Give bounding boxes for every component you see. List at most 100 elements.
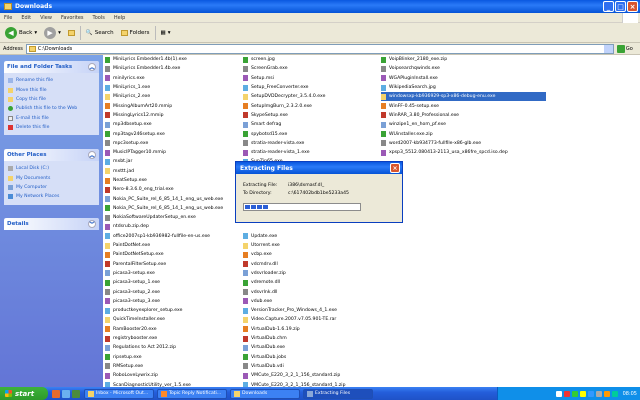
go-button[interactable]: Go xyxy=(616,44,633,53)
file-item[interactable]: WUinstaller.exe.zip xyxy=(381,129,546,138)
folders-button[interactable]: Folders xyxy=(119,25,152,41)
taskbar-item-topic[interactable]: Topic Reply Notificati... xyxy=(157,388,227,399)
file-item[interactable]: RoboLoveLywrix.zip xyxy=(105,371,240,380)
file-item[interactable]: SetupImgBurn_2.3.2.0.exe xyxy=(243,101,378,110)
file-item[interactable]: office2007sp1-kb936982-fullfile-en-us.ex… xyxy=(105,232,240,241)
maximize-button[interactable]: □ xyxy=(615,1,626,12)
file-item[interactable]: NeatSetup.exe xyxy=(105,176,240,185)
dialog-close-button[interactable]: × xyxy=(390,163,400,173)
task-delete[interactable]: Delete this file xyxy=(8,123,95,132)
app-icon[interactable] xyxy=(72,389,80,398)
file-item[interactable]: ParentalFilterSetup.exe xyxy=(105,260,240,269)
file-item[interactable]: Update.exe xyxy=(243,232,378,241)
tray-icon[interactable] xyxy=(555,390,562,397)
file-item[interactable]: stratia-reader-vista.exe xyxy=(243,139,378,148)
task-rename[interactable]: Rename this file xyxy=(8,76,95,85)
file-item[interactable]: SetupDVDDecrypter_3.5.4.0.exe xyxy=(243,92,378,101)
search-button[interactable]: 🔍 Search xyxy=(84,25,116,41)
file-item[interactable]: QuickTimeInstaller.exe xyxy=(105,315,240,324)
file-item[interactable]: RMSetup.exe xyxy=(105,362,240,371)
file-item[interactable]: RamBooster20.exe xyxy=(105,325,240,334)
file-item[interactable]: MiniLyrics_1.exe xyxy=(105,83,240,92)
file-item[interactable]: vcbp.exe xyxy=(243,250,378,259)
file-item[interactable]: windowsxp-kb936929-sp3-x86-debug-enu.exe xyxy=(381,92,546,102)
file-item[interactable]: vdcmdrv.dll xyxy=(243,260,378,269)
file-item[interactable]: WinRAR_3.80_Professional.exe xyxy=(381,111,546,120)
task-copy[interactable]: Copy this file xyxy=(8,95,95,104)
file-item[interactable]: picasa3-setup.exe xyxy=(105,269,240,278)
file-item[interactable]: registrybooster.exe xyxy=(105,334,240,343)
up-button[interactable] xyxy=(66,25,77,41)
file-item[interactable]: MiniLyrics Embedder1.4b.exe xyxy=(105,64,240,73)
place-local-disk[interactable]: Local Disk (C:) xyxy=(8,164,95,173)
menu-file[interactable]: File xyxy=(4,15,12,21)
task-move[interactable]: Move this file xyxy=(8,85,95,94)
place-network[interactable]: My Network Places xyxy=(8,192,95,201)
taskbar-item-extracting[interactable]: Extracting Files xyxy=(303,388,373,399)
file-item[interactable]: MiniLyrics Embedder1.4b(1).exe xyxy=(105,55,240,64)
file-item[interactable]: winzipe1_en_hom_pf.exe xyxy=(381,120,546,129)
views-button[interactable]: ▦ ▾ xyxy=(159,25,173,41)
window-titlebar[interactable]: Downloads _ □ × xyxy=(0,0,640,13)
minimize-button[interactable]: _ xyxy=(603,1,614,12)
file-item[interactable]: MusicIPTagger10.mmip xyxy=(105,148,240,157)
file-item[interactable]: xpsp3_5512.080413-2113_usa_x86fre_spcd.i… xyxy=(381,148,546,157)
place-my-computer[interactable]: My Computer xyxy=(8,183,95,192)
file-item[interactable]: vdremote.dll xyxy=(243,278,378,287)
file-item[interactable]: mxttt.jad xyxy=(105,167,240,176)
tray-icon[interactable] xyxy=(603,390,610,397)
file-item[interactable]: PaintDotNet.exe xyxy=(105,241,240,250)
file-item[interactable]: productkeyexplorer_setup.exe xyxy=(105,306,240,315)
dialog-titlebar[interactable]: Extracting Files × xyxy=(236,162,402,174)
file-item[interactable]: vdsvrlnk.dll xyxy=(243,287,378,296)
file-item[interactable]: WikipediaSearch.jpg xyxy=(381,83,546,92)
address-field[interactable]: C:\Downloads xyxy=(25,43,614,54)
collapse-icon[interactable]: ︽ xyxy=(88,151,96,159)
file-item[interactable]: WinFF-0.45-setup.exe xyxy=(381,101,546,110)
tray-icon[interactable] xyxy=(595,390,602,397)
file-item[interactable]: mpc3setup.exe xyxy=(105,139,240,148)
file-item[interactable]: MiniLyrics_2.exe xyxy=(105,92,240,101)
tray-icon[interactable] xyxy=(587,390,594,397)
file-item[interactable]: VirtualDub-1.6.19.zip xyxy=(243,325,378,334)
file-item[interactable]: screen.jpg xyxy=(243,55,378,64)
file-item[interactable]: picasa3-setup_1.exe xyxy=(105,278,240,287)
file-item[interactable]: WGAPluginInstall.exe xyxy=(381,74,546,83)
file-item[interactable]: VirtualDub.chm xyxy=(243,334,378,343)
menu-view[interactable]: View xyxy=(40,15,52,21)
file-item[interactable]: Nokia_PC_Suite_rel_6_85_14_1_eng_us_web.… xyxy=(105,194,240,203)
file-item[interactable]: VoipBlinker_2180_exe.zip xyxy=(381,55,546,64)
file-item[interactable]: Setup_FreeConverter.exe xyxy=(243,83,378,92)
close-button[interactable]: × xyxy=(627,1,638,12)
file-item[interactable]: Nokia_PC_Suite_rel_6_85_14_1_eng_us_web.… xyxy=(105,204,240,213)
file-item[interactable]: mp3tagv246setup.exe xyxy=(105,129,240,138)
file-item[interactable]: Voipsearchqwinds.exe xyxy=(381,64,546,73)
place-my-documents[interactable]: My Documents xyxy=(8,173,95,182)
file-item[interactable]: VersionTracker_Pro_Windows_4_1.exe xyxy=(243,306,378,315)
file-item[interactable]: mp3dbsetup.exe xyxy=(105,120,240,129)
file-item[interactable]: Smart defrag xyxy=(243,120,378,129)
file-item[interactable]: NokiaSoftwareUpdaterSetup_en.exe xyxy=(105,213,240,222)
file-item[interactable]: PaintDotNetSetup.exe xyxy=(105,250,240,259)
file-item[interactable]: picasa3-setup_2.exe xyxy=(105,287,240,296)
file-item[interactable]: Setup.msi xyxy=(243,74,378,83)
menu-tools[interactable]: Tools xyxy=(93,15,105,21)
file-item[interactable]: vdsvrloader.zip xyxy=(243,269,378,278)
menu-edit[interactable]: Edit xyxy=(21,15,31,21)
file-item[interactable]: ripsetup.exe xyxy=(105,353,240,362)
file-item[interactable]: ntdsrub.zip.dep xyxy=(105,222,240,231)
file-item[interactable]: spybotsd15.exe xyxy=(243,129,378,138)
tray-icon[interactable] xyxy=(611,390,618,397)
file-item[interactable]: minilyrics.exe xyxy=(105,74,240,83)
panel-header[interactable]: File and Folder Tasks ︽ xyxy=(4,61,99,73)
start-button[interactable]: start xyxy=(0,387,48,400)
file-item[interactable]: word2007-kb934773-fullfile-x86-glb.exe xyxy=(381,139,546,148)
task-publish[interactable]: Publish this file to the Web xyxy=(8,104,95,113)
menu-help[interactable]: Help xyxy=(114,15,125,21)
file-item[interactable]: mxbt.jar xyxy=(105,157,240,166)
file-item[interactable]: Regulations to Act 2012.zip xyxy=(105,343,240,352)
tray-icon[interactable] xyxy=(579,390,586,397)
collapse-icon[interactable]: ︽ xyxy=(88,63,96,71)
file-item[interactable]: vdub.exe xyxy=(243,297,378,306)
ie-icon[interactable] xyxy=(62,389,70,398)
